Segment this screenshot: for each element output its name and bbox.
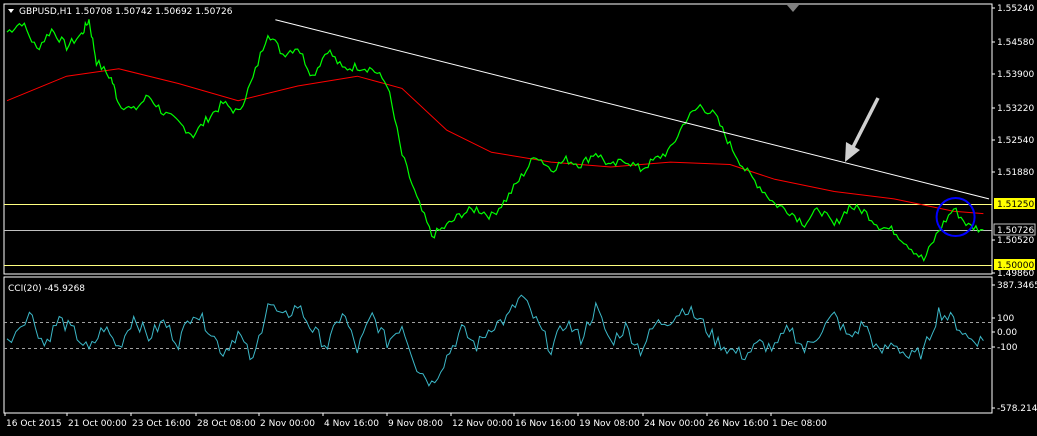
indicator-panel-frame (3, 276, 993, 414)
indicator-header-text: CCI(20) -45.9268 (8, 284, 85, 294)
cci-axis-tick-label: -100 (997, 343, 1018, 353)
x-axis-tick-label: 19 Nov 08:00 (579, 419, 640, 429)
price-axis-tick-label: 1.53900 (997, 70, 1034, 80)
chart-svg[interactable]: 1.55240 1.54580 1.53900 1.53220 1.52540 1.518… (0, 0, 1037, 433)
level-label-text: 1.50726 (997, 226, 1034, 236)
cci-axis-tick-label: -578.214 (997, 404, 1037, 414)
cci-line (6, 294, 984, 387)
x-axis-tick-label: 21 Oct 00:00 (68, 419, 127, 429)
cci-axis-tick-label: 100 (997, 314, 1014, 324)
x-axis-tick-label: 4 Nov 16:00 (324, 419, 379, 429)
moving-average-line (6, 68, 984, 215)
x-axis-tick-label: 28 Oct 08:00 (197, 419, 256, 429)
level-label-text: 1.51250 (997, 200, 1034, 210)
x-axis-tick-label: 26 Nov 16:00 (708, 419, 769, 429)
level-label-text: 1.50000 (997, 261, 1034, 271)
trendline[interactable] (275, 19, 990, 200)
x-axis-tick-label: 1 Dec 08:00 (772, 419, 827, 429)
price-axis-tick-label: 1.52540 (997, 136, 1034, 146)
price-line (6, 19, 984, 263)
price-axis-tick-label: 1.51880 (997, 168, 1034, 178)
price-axis-tick-label: 1.54580 (997, 38, 1034, 48)
x-axis-tick-label: 16 Nov 16:00 (515, 419, 576, 429)
scroll-marker-icon[interactable] (787, 5, 799, 12)
cci-axis-tick-label: 0.00 (997, 328, 1017, 338)
dropdown-triangle-icon[interactable] (8, 9, 14, 13)
cci-axis-tick-label: 387.3465 (997, 281, 1037, 291)
x-axis-tick-label: 12 Nov 00:00 (452, 419, 513, 429)
x-axis-tick-label: 23 Oct 16:00 (132, 419, 191, 429)
x-axis-tick-label: 2 Nov 00:00 (260, 419, 315, 429)
x-axis-tick-label: 16 Oct 2015 (6, 419, 62, 429)
x-axis-tick-label: 9 Nov 08:00 (388, 419, 443, 429)
price-axis-tick-label: 1.55240 (997, 4, 1034, 14)
price-axis-tick-label: 1.50520 (997, 236, 1034, 246)
arrow-down-left-icon (845, 97, 880, 162)
chart-header-text: GBPUSD,H1 1.50708 1.50742 1.50692 1.5072… (19, 7, 233, 17)
price-panel-frame (3, 3, 993, 275)
chart-window[interactable]: 1.55240 1.54580 1.53900 1.53220 1.52540 1.518… (0, 0, 1037, 433)
x-axis-tick-label: 24 Nov 00:00 (644, 419, 705, 429)
price-axis-tick-label: 1.53220 (997, 104, 1034, 114)
